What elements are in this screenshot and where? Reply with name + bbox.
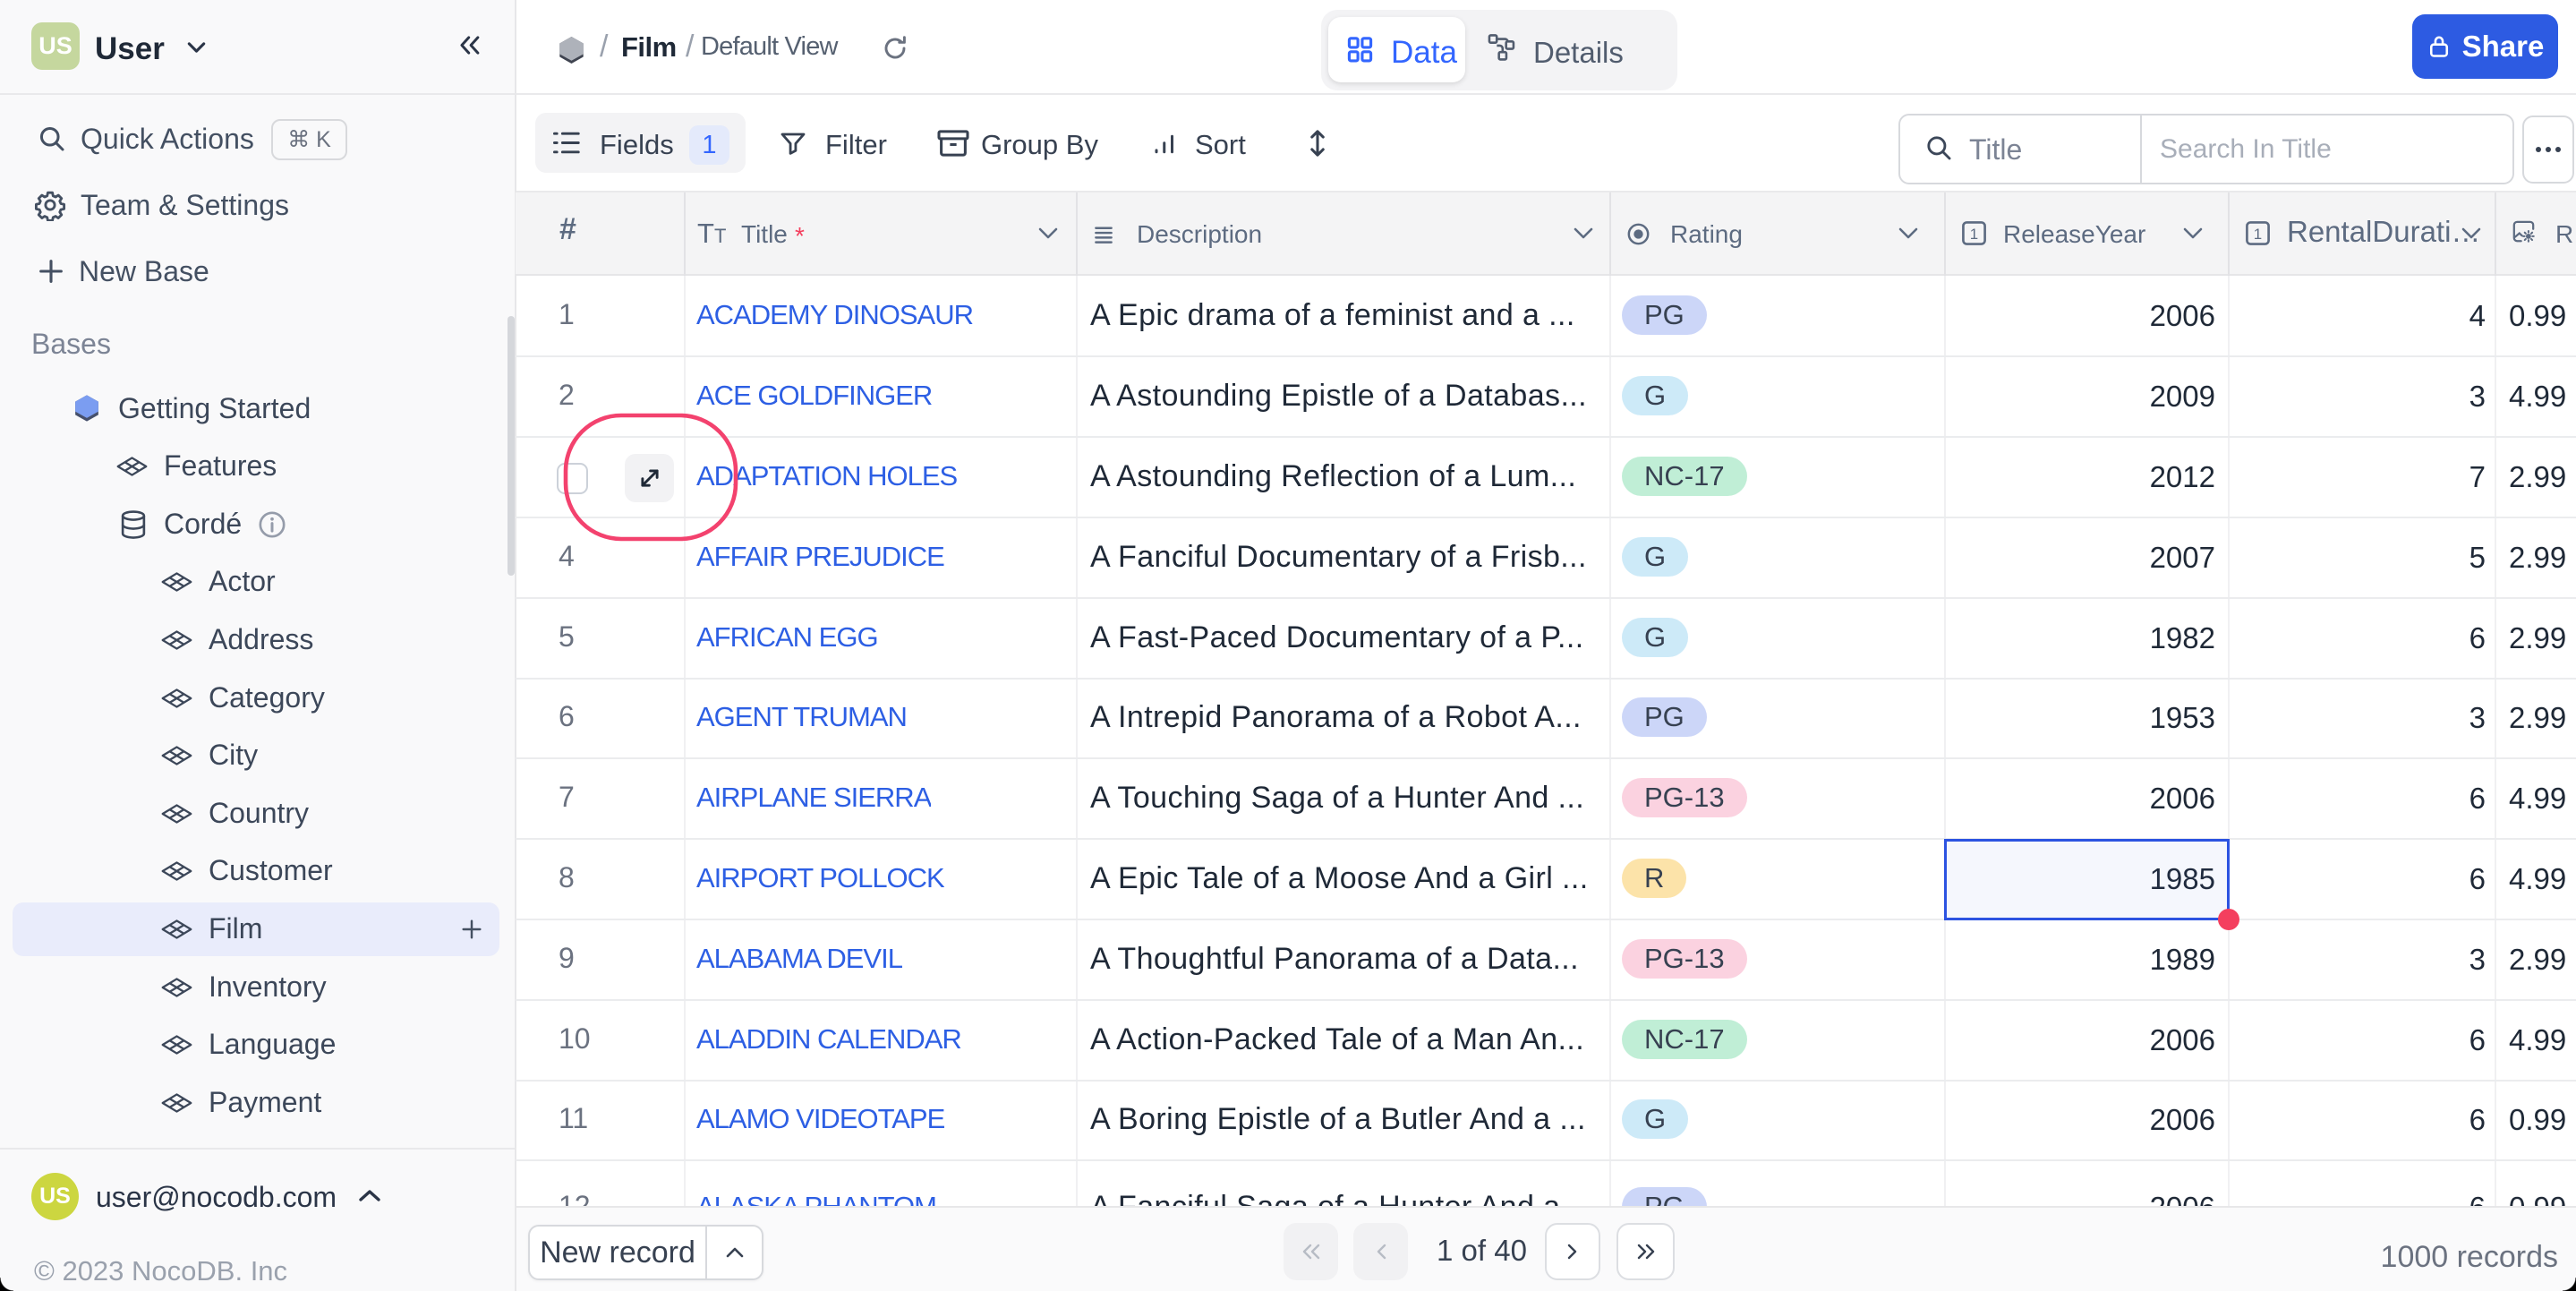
svg-text:1: 1 — [2254, 226, 2262, 243]
svg-text:1: 1 — [1970, 226, 1978, 243]
